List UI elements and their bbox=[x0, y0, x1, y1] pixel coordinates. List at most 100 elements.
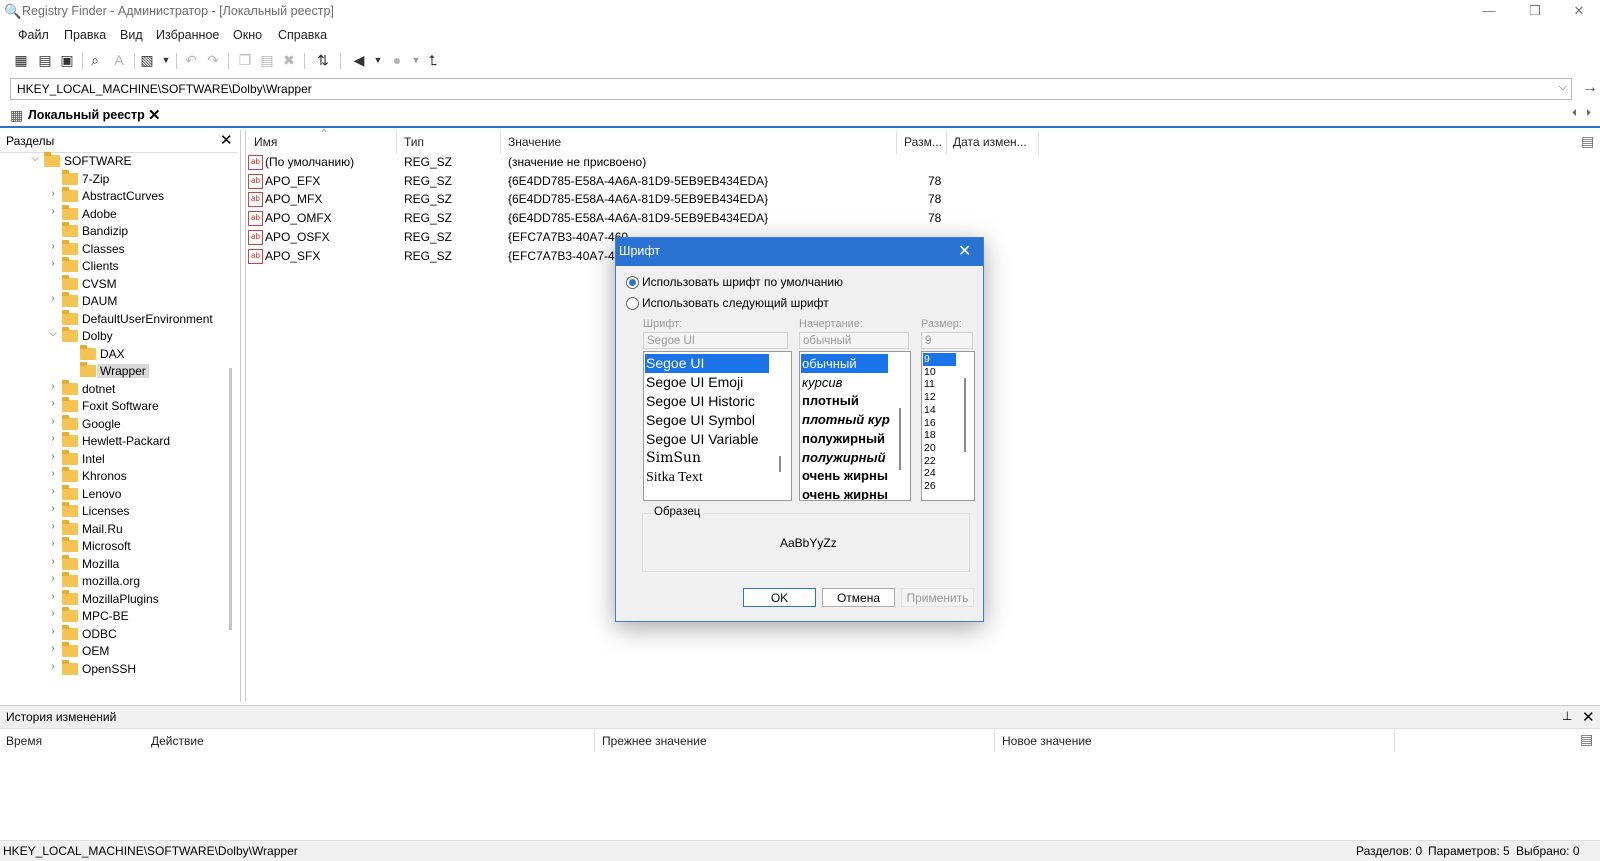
chevron-right-icon[interactable]: › bbox=[48, 626, 58, 637]
find-text-icon[interactable]: A bbox=[110, 51, 128, 69]
chevron-right-icon[interactable]: › bbox=[48, 398, 58, 409]
chevron-right-icon[interactable]: › bbox=[48, 433, 58, 444]
size-list-item[interactable]: 12 bbox=[923, 391, 936, 404]
radio-custom-label[interactable]: Использовать следующий шрифт bbox=[642, 296, 829, 310]
menu-favorites[interactable]: Избранное bbox=[156, 28, 219, 42]
refresh-icon[interactable]: ⇅ bbox=[314, 51, 332, 69]
style-list-item[interactable]: плотный кур bbox=[801, 410, 898, 429]
radio-default-font[interactable] bbox=[626, 276, 639, 289]
minimize-button[interactable]: — bbox=[1466, 0, 1512, 24]
export-icon[interactable]: ▧ bbox=[138, 51, 156, 69]
go-arrow-icon[interactable]: → bbox=[1582, 79, 1598, 97]
chevron-right-icon[interactable]: › bbox=[48, 486, 58, 497]
col-header-size[interactable]: Разм... bbox=[904, 135, 942, 149]
size-list-item[interactable]: 16 bbox=[923, 417, 936, 430]
chevron-down-icon[interactable]: ▼ bbox=[157, 51, 175, 69]
close-icon[interactable]: ✕ bbox=[220, 131, 233, 149]
pin-icon[interactable]: ⊥ bbox=[1562, 709, 1572, 723]
chevron-right-icon[interactable]: › bbox=[48, 241, 58, 252]
paste-icon[interactable]: ▤ bbox=[258, 51, 276, 69]
col-header-type[interactable]: Тип bbox=[404, 135, 424, 149]
column-chooser-icon[interactable]: ▤ bbox=[1580, 731, 1593, 748]
chevron-right-icon[interactable]: › bbox=[48, 538, 58, 549]
chevron-right-icon[interactable]: › bbox=[48, 556, 58, 567]
menu-help[interactable]: Справка bbox=[278, 28, 327, 42]
font-size-field[interactable]: 9 bbox=[921, 332, 973, 349]
font-list-item[interactable]: Sitka Text bbox=[645, 468, 776, 487]
column-chooser-icon[interactable]: ▤ bbox=[1581, 133, 1594, 150]
font-list-item[interactable]: Segoe UI Symbol bbox=[645, 411, 776, 430]
style-list-item[interactable]: очень жирны bbox=[801, 466, 898, 485]
font-style-field[interactable]: обычный bbox=[799, 332, 909, 349]
font-list[interactable]: Segoe UI Segoe UI Emoji Segoe UI Historic S… bbox=[643, 351, 792, 501]
size-list-scrollbar[interactable] bbox=[964, 378, 966, 452]
chevron-right-icon[interactable]: › bbox=[48, 608, 58, 619]
chevron-right-icon[interactable]: › bbox=[48, 416, 58, 427]
apply-button[interactable]: Применить bbox=[901, 588, 974, 607]
style-list-item[interactable]: обычный bbox=[801, 354, 888, 373]
chevron-down-icon[interactable]: ▼ bbox=[369, 51, 387, 69]
chevron-right-icon[interactable]: › bbox=[48, 206, 58, 217]
menu-file[interactable]: Файл bbox=[18, 28, 49, 42]
chevron-right-icon[interactable]: › bbox=[48, 521, 58, 532]
style-list-item[interactable]: курсив bbox=[801, 373, 898, 392]
maximize-button[interactable]: ❐ bbox=[1512, 0, 1558, 24]
tab-scroll-left-icon[interactable]: ⏴ bbox=[1572, 108, 1577, 119]
style-list-item[interactable]: полужирный bbox=[801, 448, 898, 467]
chevron-right-icon[interactable]: › bbox=[48, 293, 58, 304]
up-icon[interactable]: ⮤ bbox=[424, 51, 442, 69]
style-list-scrollbar[interactable] bbox=[899, 408, 901, 470]
back-icon[interactable]: ◀ bbox=[350, 51, 368, 69]
ok-button[interactable]: OK bbox=[743, 588, 816, 607]
style-list-item[interactable]: плотный bbox=[801, 391, 898, 410]
redo-icon[interactable]: ↷ bbox=[204, 51, 222, 69]
size-list-item[interactable]: 22 bbox=[923, 455, 936, 468]
font-name-field[interactable]: Segoe UI bbox=[643, 332, 788, 349]
close-icon[interactable]: ✕ bbox=[958, 241, 971, 261]
size-list-item[interactable]: 20 bbox=[923, 442, 936, 455]
copy-icon[interactable]: ❐ bbox=[236, 51, 254, 69]
chevron-right-icon[interactable]: › bbox=[48, 591, 58, 602]
chevron-right-icon[interactable]: › bbox=[48, 503, 58, 514]
chevron-down-icon[interactable]: ▼ bbox=[407, 51, 425, 69]
chevron-down-icon[interactable]: ⌵ bbox=[30, 153, 40, 164]
style-list[interactable]: обычный курсив плотный плотный кур полужирны… bbox=[799, 351, 911, 501]
tab-scroll-right-icon[interactable]: ⏵ bbox=[1586, 108, 1591, 119]
find-icon[interactable]: ⌕ bbox=[86, 51, 104, 69]
size-list-item[interactable]: 9 bbox=[923, 353, 956, 366]
chevron-right-icon[interactable]: › bbox=[48, 258, 58, 269]
style-list-item[interactable]: очень жирны bbox=[801, 485, 898, 500]
menu-view[interactable]: Вид bbox=[120, 28, 143, 42]
menu-window[interactable]: Окно bbox=[233, 28, 262, 42]
size-list-item[interactable]: 18 bbox=[923, 429, 936, 442]
col-header-old-value[interactable]: Прежнее значение bbox=[602, 734, 707, 748]
size-list-item[interactable]: 11 bbox=[923, 378, 935, 391]
size-list-item[interactable]: 10 bbox=[923, 366, 936, 379]
col-header-date[interactable]: Дата измен... bbox=[953, 135, 1027, 149]
chevron-right-icon[interactable]: › bbox=[48, 451, 58, 462]
font-list-item[interactable]: SimSun bbox=[645, 449, 776, 468]
size-list[interactable]: 9 10 11 12 14 16 18 20 22 24 26 bbox=[921, 351, 975, 501]
col-header-value[interactable]: Значение bbox=[508, 135, 561, 149]
font-list-item[interactable]: Segoe UI Variable bbox=[645, 430, 776, 449]
value-row[interactable]: ab (По умолчанию) REG_SZ (значение не присв… bbox=[246, 153, 1246, 171]
value-row[interactable]: ab APO_OMFX REG_SZ {6E4DD785-E58A-4A6A-81D9… bbox=[246, 209, 1246, 227]
font-list-item[interactable]: Segoe UI Historic bbox=[645, 392, 776, 411]
col-header-new-value[interactable]: Новое значение bbox=[1002, 734, 1092, 748]
chevron-right-icon[interactable]: › bbox=[48, 468, 58, 479]
forward-icon[interactable]: ● bbox=[388, 51, 406, 69]
font-list-item[interactable]: Segoe UI bbox=[645, 354, 769, 373]
font-list-scrollbar[interactable] bbox=[779, 456, 781, 472]
size-list-item[interactable]: 26 bbox=[923, 480, 936, 493]
style-list-item[interactable]: полужирный bbox=[801, 429, 898, 448]
grid-icon[interactable]: ▦ bbox=[12, 51, 30, 69]
address-path[interactable]: HKEY_LOCAL_MACHINE\SOFTWARE\Dolby\Wrappe… bbox=[17, 82, 312, 96]
close-icon[interactable]: ✕ bbox=[1582, 708, 1595, 726]
font-list-item[interactable]: Segoe UI Emoji bbox=[645, 373, 776, 392]
value-row[interactable]: ab APO_MFX REG_SZ {6E4DD785-E58A-4A6A-81D9-… bbox=[246, 190, 1246, 208]
chevron-down-icon[interactable]: ⌵ bbox=[1559, 81, 1567, 94]
close-tab-icon[interactable]: ✕ bbox=[148, 106, 161, 124]
delete-icon[interactable]: ✖ bbox=[280, 51, 298, 69]
undo-icon[interactable]: ↶ bbox=[182, 51, 200, 69]
radio-custom-font[interactable] bbox=[626, 297, 639, 310]
